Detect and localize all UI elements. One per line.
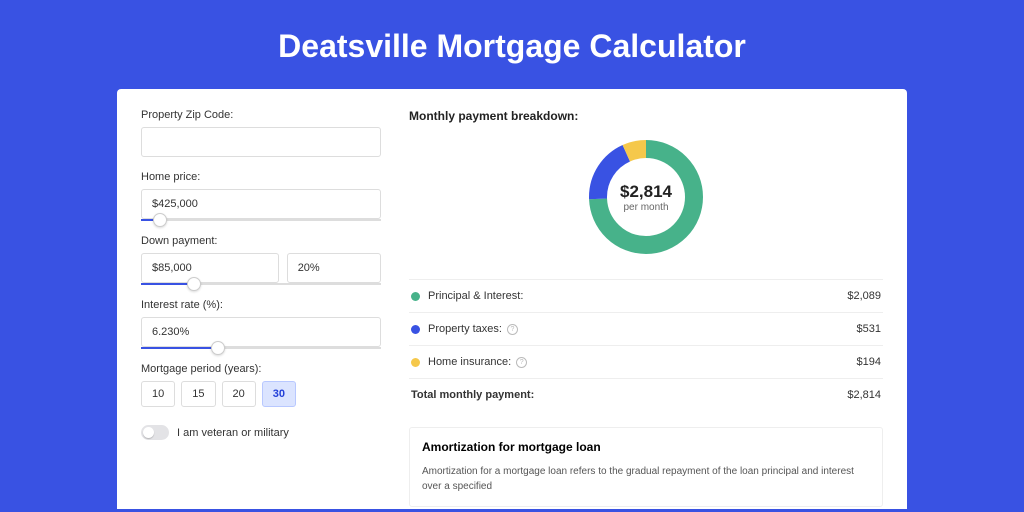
legend-row: Property taxes:?$531 [409,313,883,346]
period-option-30[interactable]: 30 [262,381,296,407]
legend-dot [411,325,420,334]
legend-value: $194 [857,356,881,368]
price-field: Home price: [141,171,381,221]
period-label: Mortgage period (years): [141,363,381,375]
donut-amount: $2,814 [620,182,672,202]
calculator-card: Property Zip Code: Home price: Down paym… [117,89,907,509]
info-icon[interactable]: ? [507,324,518,335]
zip-input[interactable] [141,127,381,157]
total-value: $2,814 [847,389,881,401]
legend-value: $2,089 [847,290,881,302]
zip-field: Property Zip Code: [141,109,381,157]
price-label: Home price: [141,171,381,183]
form-panel: Property Zip Code: Home price: Down paym… [141,109,381,489]
period-field: Mortgage period (years): 1015 2030 [141,363,381,407]
breakdown-panel: Monthly payment breakdown: $2,814 per mo… [409,109,883,489]
legend-row: Home insurance:?$194 [409,346,883,379]
rate-field: Interest rate (%): [141,299,381,349]
down-amount-input[interactable] [141,253,279,283]
price-slider[interactable] [141,219,381,221]
legend-dot [411,358,420,367]
amort-text: Amortization for a mortgage loan refers … [422,464,870,494]
down-label: Down payment: [141,235,381,247]
down-slider[interactable] [141,283,381,285]
period-option-15[interactable]: 15 [181,381,215,407]
zip-label: Property Zip Code: [141,109,381,121]
breakdown-title: Monthly payment breakdown: [409,109,883,123]
legend-label: Principal & Interest: [428,290,847,302]
legend: Principal & Interest:$2,089Property taxe… [409,279,883,411]
page-title: Deatsville Mortgage Calculator [0,0,1024,89]
period-option-20[interactable]: 20 [222,381,256,407]
info-icon[interactable]: ? [516,357,527,368]
amortization-section: Amortization for mortgage loan Amortizat… [409,427,883,507]
amort-title: Amortization for mortgage loan [422,440,870,454]
period-option-10[interactable]: 10 [141,381,175,407]
legend-value: $531 [857,323,881,335]
total-label: Total monthly payment: [411,389,847,401]
legend-label: Home insurance:? [428,356,857,368]
veteran-row: I am veteran or military [141,425,381,440]
down-field: Down payment: [141,235,381,285]
legend-dot [411,292,420,301]
down-pct-input[interactable] [287,253,381,283]
donut-chart: $2,814 per month [409,135,883,259]
price-input[interactable] [141,189,381,219]
legend-label: Property taxes:? [428,323,857,335]
rate-input[interactable] [141,317,381,347]
legend-total-row: Total monthly payment:$2,814 [409,379,883,411]
legend-row: Principal & Interest:$2,089 [409,280,883,313]
rate-slider[interactable] [141,347,381,349]
veteran-label: I am veteran or military [177,427,289,439]
donut-sub: per month [623,202,668,213]
rate-label: Interest rate (%): [141,299,381,311]
veteran-toggle[interactable] [141,425,169,440]
